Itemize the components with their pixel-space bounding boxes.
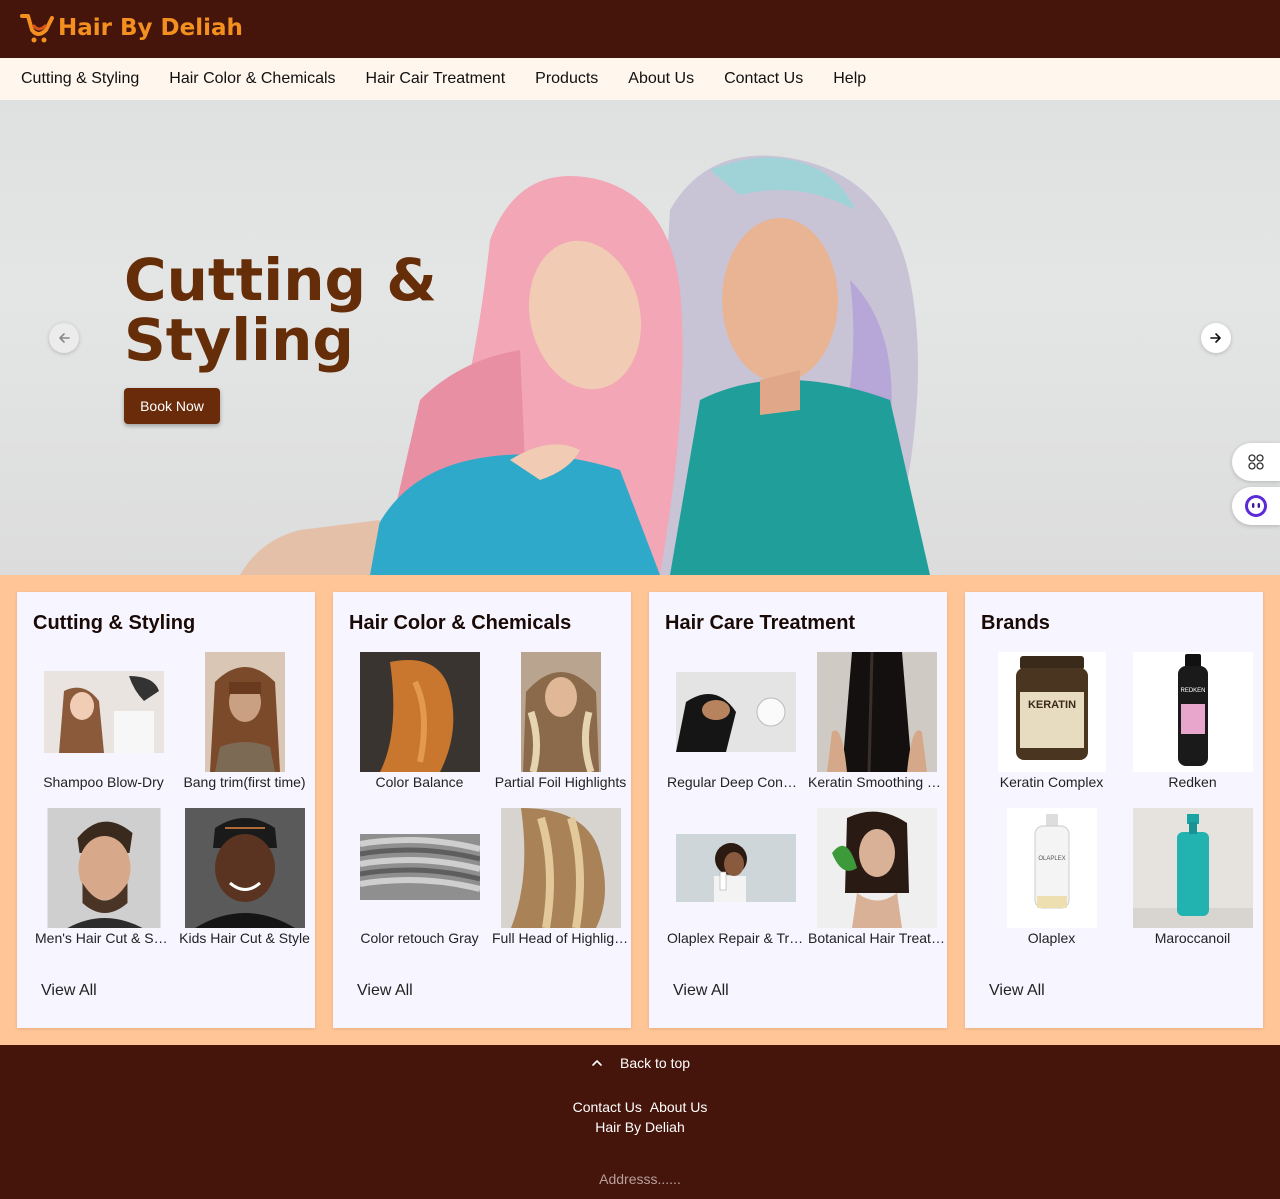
card-title: Hair Color & Chemicals [349,612,572,634]
partial-foil-photo [520,652,601,772]
item-caption: Shampoo Blow-Dry [43,774,164,790]
assistant-tool-button[interactable] [1232,487,1280,525]
nav-item-contact-us[interactable]: Contact Us [709,58,818,100]
full-highlights-photo [500,808,621,928]
cart-smile-logo-icon [20,14,54,43]
service-item-deep-conditioning[interactable]: Regular Deep Conditioning [665,652,806,808]
service-item-bang-trim[interactable]: Bang trim(first time) [174,652,315,808]
brand-item-redken[interactable]: REDKEN Redken [1122,652,1263,808]
botanical-treatment-photo [816,808,937,928]
item-caption: Kids Hair Cut & Style [179,930,310,946]
footer-links: Contact Us About Us [0,1099,1280,1115]
item-caption: Olaplex Repair & Treatment [667,930,806,946]
shampoo-blowdry-photo [43,671,164,753]
item-caption: Regular Deep Conditioning [667,774,806,790]
service-item-color-retouch[interactable]: Color retouch Gray [349,808,490,964]
hero-title: Cutting & Styling [124,246,437,374]
color-retouch-photo [359,834,480,900]
nav-item-about-us[interactable]: About Us [613,58,709,100]
maroccanoil-bottle-photo [1132,808,1253,928]
card-hair-color: Hair Color & Chemicals Color Balance Par… [333,592,631,1028]
color-balance-photo [359,652,480,772]
item-caption: Olaplex [1027,930,1076,946]
keratin-label: KERATIN [1027,699,1075,711]
footer-link-contact[interactable]: Contact Us [573,1099,642,1115]
back-to-top-label: Back to top [620,1055,691,1071]
footer-address: Addresss...... [599,1171,681,1187]
view-all-link[interactable]: View All [41,982,97,1000]
book-now-button[interactable]: Book Now [124,388,220,424]
item-caption: Color Balance [375,774,464,790]
chevron-up-icon [592,1060,602,1066]
olaplex-label: OLAPLEX [1038,856,1065,862]
item-caption: Maroccanoil [1154,930,1231,946]
main-nav: Cutting & Styling Hair Color & Chemicals… [0,58,1280,100]
brand-item-maroccanoil[interactable]: Maroccanoil [1122,808,1263,964]
item-caption: Botanical Hair Treatment [808,930,947,946]
brand-item-keratin-complex[interactable]: KERATIN Keratin Complex [981,652,1122,808]
card-title: Brands [981,612,1050,634]
service-item-keratin-smoothing[interactable]: Keratin Smoothing Treatment [806,652,947,808]
apps-grid-icon [1248,454,1264,470]
item-caption: Redken [1168,774,1217,790]
view-all-link[interactable]: View All [673,982,729,1000]
item-caption: Men's Hair Cut & Shave [35,930,174,946]
service-item-shampoo[interactable]: Shampoo Blow-Dry [33,652,174,808]
item-caption: Partial Foil Highlights [494,774,627,790]
service-item-partial-foil[interactable]: Partial Foil Highlights [490,652,631,808]
bang-trim-photo [204,652,285,772]
carousel-next-button[interactable] [1201,323,1231,353]
item-caption: Color retouch Gray [360,930,479,946]
item-caption: Full Head of Highlights [492,930,631,946]
service-item-full-highlights[interactable]: Full Head of Highlights [490,808,631,964]
footer: Back to top Contact Us About Us Hair By … [0,1045,1280,1199]
service-item-color-balance[interactable]: Color Balance [349,652,490,808]
service-item-kids-cut[interactable]: Kids Hair Cut & Style [174,808,315,964]
brand-name: Hair By Deliah [58,15,243,41]
apps-tool-button[interactable] [1232,443,1280,481]
service-item-olaplex-repair[interactable]: Olaplex Repair & Treatment [665,808,806,964]
redken-label: REDKEN [1180,688,1205,694]
item-caption: Bang trim(first time) [183,774,306,790]
nav-item-hair-treatment[interactable]: Hair Cair Treatment [351,58,521,100]
carousel-prev-button[interactable] [49,323,79,353]
top-header: Hair By Deliah [0,0,1280,58]
item-caption: Keratin Complex [999,774,1104,790]
back-to-top-link[interactable]: Back to top [590,1055,690,1071]
olaplex-bottle-photo: OLAPLEX [1006,808,1097,928]
olaplex-repair-photo [675,834,796,902]
keratin-smoothing-photo [816,652,937,772]
arrow-left-icon [59,333,70,343]
nav-item-hair-color[interactable]: Hair Color & Chemicals [154,58,350,100]
card-title: Hair Care Treatment [665,612,856,634]
redken-bottle-photo: REDKEN [1132,652,1253,772]
hero-carousel: Cutting & Styling Book Now [0,100,1280,575]
category-cards: Cutting & Styling Shampoo Blow-Dry Bang … [17,592,1263,1028]
card-cutting-styling: Cutting & Styling Shampoo Blow-Dry Bang … [17,592,315,1028]
keratin-jar-photo: KERATIN [997,652,1106,772]
card-brands: Brands KERATIN Keratin Complex REDKEN Re… [965,592,1263,1028]
deep-conditioning-photo [675,672,796,752]
arrow-right-icon [1210,333,1221,343]
nav-item-help[interactable]: Help [818,58,881,100]
assistant-bot-icon [1245,495,1267,517]
card-hair-care: Hair Care Treatment Regular Deep Conditi… [649,592,947,1028]
nav-item-cutting-styling[interactable]: Cutting & Styling [6,58,154,100]
kids-haircut-photo [184,808,305,928]
footer-link-about[interactable]: About Us [650,1099,708,1115]
item-caption: Keratin Smoothing Treatment [808,774,947,790]
logo[interactable]: Hair By Deliah [20,12,243,44]
service-item-mens-cut[interactable]: Men's Hair Cut & Shave [33,808,174,964]
nav-item-products[interactable]: Products [520,58,613,100]
footer-brand: Hair By Deliah [595,1119,685,1135]
view-all-link[interactable]: View All [357,982,413,1000]
view-all-link[interactable]: View All [989,982,1045,1000]
brand-item-olaplex[interactable]: OLAPLEX Olaplex [981,808,1122,964]
mens-haircut-photo [47,808,160,928]
service-item-botanical[interactable]: Botanical Hair Treatment [806,808,947,964]
card-title: Cutting & Styling [33,612,196,634]
